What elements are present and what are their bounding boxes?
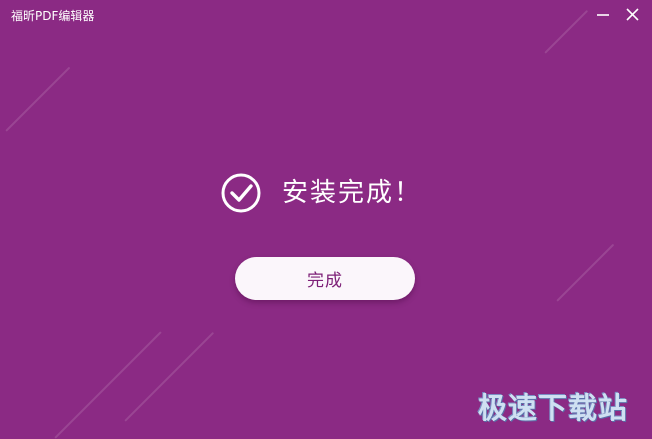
install-complete-message: 安装完成！ xyxy=(282,178,423,208)
close-button[interactable] xyxy=(621,5,643,25)
decorative-stripe xyxy=(556,243,615,302)
finish-button-label: 完成 xyxy=(307,271,343,291)
decorative-stripe xyxy=(124,331,215,422)
minimize-button[interactable] xyxy=(592,5,614,25)
window-title: 福昕PDF编辑器 xyxy=(11,9,95,23)
install-status: 安装完成！ xyxy=(220,171,422,215)
decorative-stripe xyxy=(54,331,162,439)
installer-window: 福昕PDF编辑器 安装完成！ 完成 极速下载站 xyxy=(0,0,652,439)
finish-button[interactable]: 完成 xyxy=(235,257,415,300)
check-circle-icon xyxy=(221,173,261,213)
title-bar[interactable]: 福昕PDF编辑器 xyxy=(0,0,652,32)
minimize-icon xyxy=(597,14,609,16)
decorative-stripe xyxy=(5,66,71,132)
close-icon xyxy=(626,8,639,21)
site-watermark: 极速下载站 xyxy=(478,391,629,425)
